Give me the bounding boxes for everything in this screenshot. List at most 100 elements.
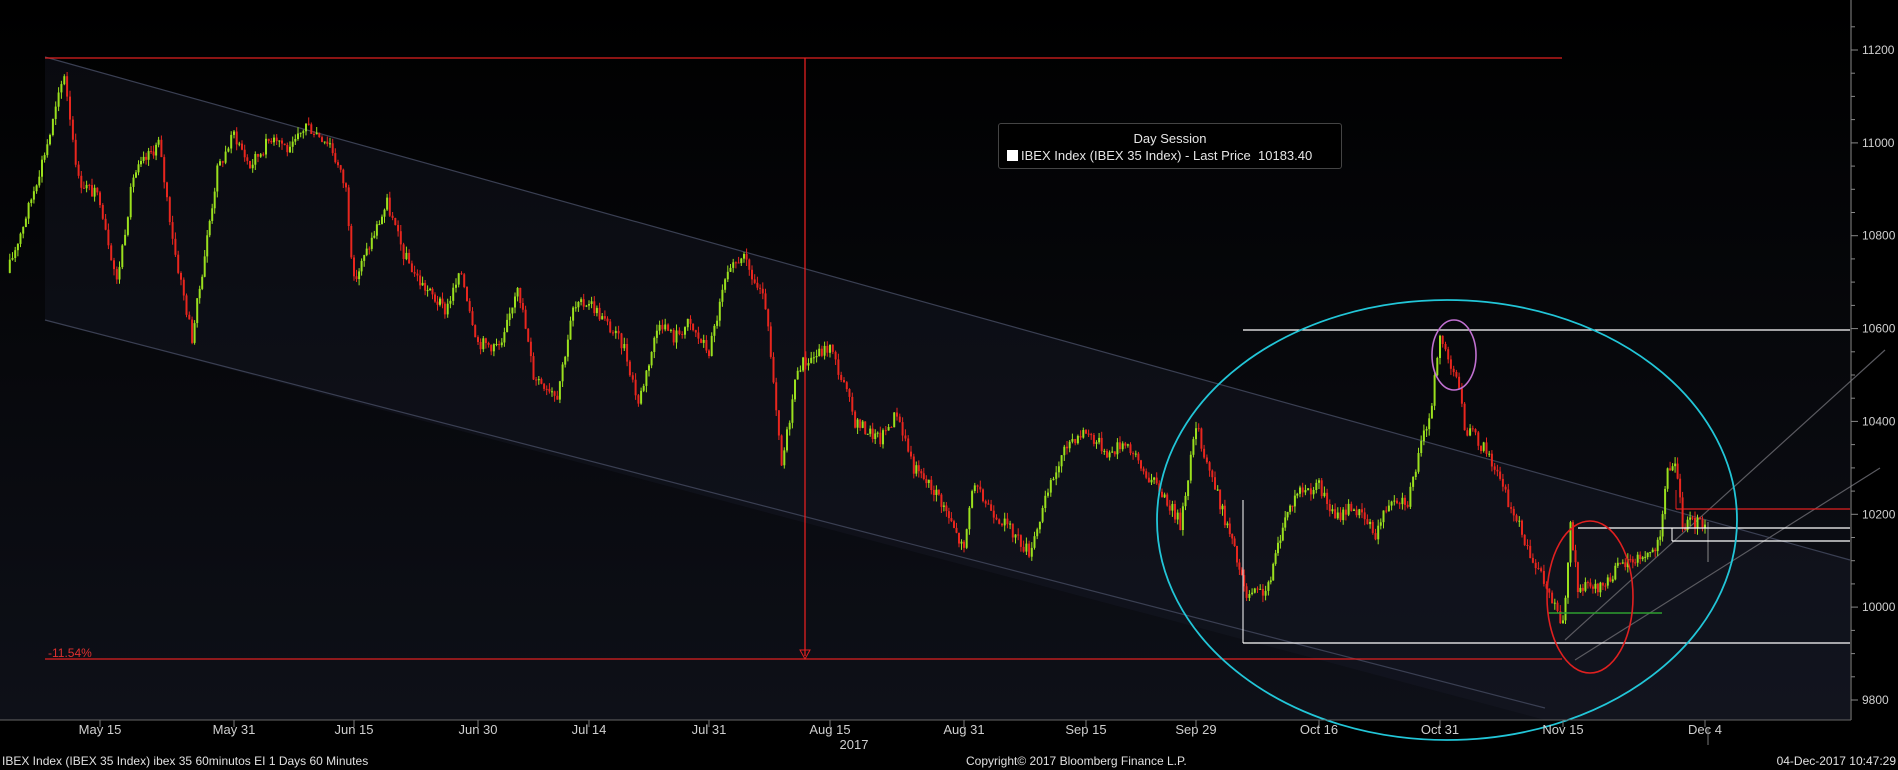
y-tick-label: 10200	[1862, 507, 1896, 521]
candle-body	[702, 340, 705, 343]
candle-body	[1553, 602, 1556, 604]
candle-body	[1379, 522, 1382, 526]
candle-body	[1551, 592, 1554, 604]
candle-body	[1404, 497, 1406, 505]
candle-body	[724, 279, 727, 290]
candle-body	[49, 135, 51, 145]
candle-body	[540, 379, 543, 384]
candle-body	[405, 252, 408, 260]
candle-body	[1231, 534, 1234, 539]
candle-body	[535, 379, 538, 381]
x-tick-label: Aug 31	[943, 722, 984, 737]
candle-body	[137, 164, 140, 173]
candle-body	[77, 164, 80, 176]
candle-body	[874, 433, 877, 439]
candle-body	[1153, 477, 1156, 480]
candle-body	[243, 149, 246, 158]
candle-body	[429, 288, 432, 291]
candle-body	[932, 489, 935, 495]
candle-body	[810, 357, 813, 364]
candle-body	[80, 175, 83, 188]
candle-body	[1433, 375, 1436, 406]
candle-body	[922, 473, 925, 479]
candle-body	[265, 138, 267, 155]
candle-body	[32, 191, 35, 200]
candle-body	[1251, 592, 1254, 594]
candle-body	[1014, 534, 1017, 538]
candle-body	[101, 205, 104, 219]
candle-body	[168, 197, 171, 223]
candle-body	[1092, 435, 1095, 444]
candle-body	[708, 350, 710, 356]
candle-body	[1155, 477, 1158, 484]
candle-body	[912, 456, 915, 474]
candle-body	[345, 183, 347, 188]
candle-body	[1512, 508, 1515, 516]
candle-body	[1636, 554, 1639, 563]
candle-body	[582, 299, 585, 307]
candle-body	[1669, 468, 1672, 471]
candle-body	[1534, 562, 1537, 569]
candle-body	[310, 124, 313, 134]
candle-body	[1129, 444, 1132, 454]
y-tick-label: 11000	[1862, 136, 1895, 150]
candle-body	[848, 389, 851, 397]
candle-body	[1631, 559, 1634, 563]
candle-body	[617, 330, 620, 334]
candle-body	[174, 238, 177, 255]
candle-body	[498, 344, 501, 346]
candle-body	[794, 379, 796, 400]
candle-body	[655, 330, 658, 338]
candle-body	[743, 254, 745, 259]
candle-body	[1694, 517, 1696, 529]
candle-body	[1226, 523, 1229, 526]
candle-body	[221, 161, 224, 163]
candle-body	[1471, 428, 1474, 430]
candle-body	[474, 325, 477, 338]
candle-body	[527, 328, 530, 342]
candle-body	[506, 319, 509, 333]
candle-body	[590, 301, 593, 304]
x-tick-label: Dec 4	[1688, 722, 1722, 737]
candle-body	[514, 296, 516, 308]
candle-body	[927, 479, 930, 483]
candle-body	[110, 245, 113, 261]
candle-body	[984, 501, 987, 504]
candle-body	[126, 217, 129, 235]
candle-body	[193, 323, 196, 343]
candle-body	[645, 370, 648, 386]
candle-body	[69, 96, 71, 120]
x-tick-label: Jun 30	[458, 722, 497, 737]
candle-body	[206, 235, 209, 257]
candle-body	[856, 419, 859, 428]
candle-body	[135, 172, 137, 178]
candle-body	[198, 288, 201, 299]
candle-body	[1119, 442, 1121, 450]
y-tick-label: 10800	[1862, 229, 1896, 243]
candle-body	[1336, 512, 1339, 519]
candle-body	[1649, 552, 1652, 554]
candle-body	[772, 356, 775, 383]
candle-body	[283, 143, 286, 146]
candle-body	[1052, 478, 1055, 481]
candle-body	[1030, 547, 1033, 557]
candle-body	[882, 430, 884, 445]
candle-body	[631, 375, 634, 380]
candle-body	[1041, 508, 1044, 522]
candle-body	[686, 318, 689, 328]
candle-body	[1179, 512, 1182, 530]
x-axis-year-label: 2017	[840, 737, 869, 752]
candle-body	[484, 338, 487, 343]
candle-body	[588, 304, 590, 306]
candle-body	[410, 263, 413, 273]
candle-body	[521, 303, 524, 310]
candle-body	[46, 144, 49, 156]
candle-body	[1664, 488, 1667, 515]
candle-body	[1142, 468, 1145, 472]
candle-body	[219, 161, 221, 166]
candle-body	[254, 154, 257, 165]
candle-body	[1477, 432, 1480, 446]
candle-body	[1082, 430, 1085, 438]
candle-body	[1581, 587, 1584, 591]
candle-body	[551, 391, 553, 393]
